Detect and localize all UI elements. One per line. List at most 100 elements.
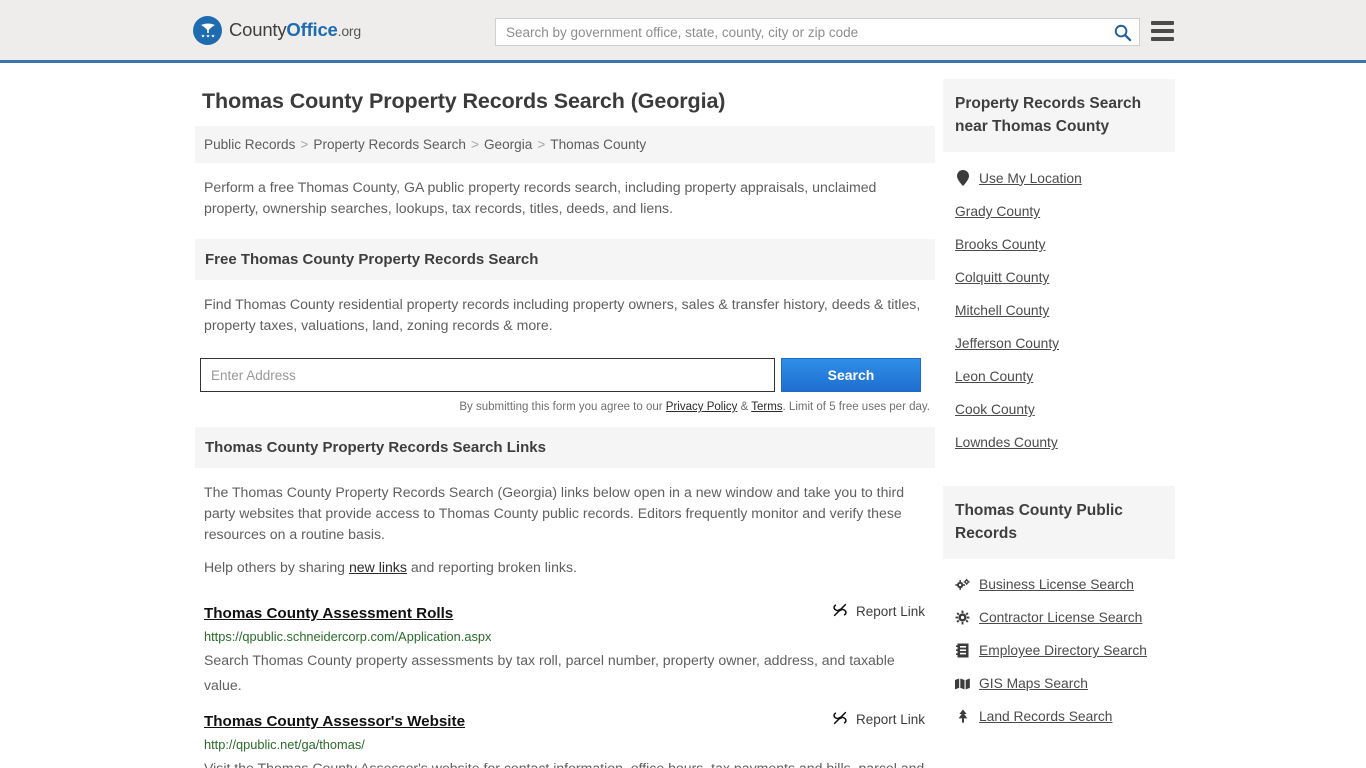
link-result: Thomas County Assessor's Website Report … bbox=[195, 698, 935, 768]
sidebar-link-label[interactable]: Use My Location bbox=[979, 171, 1082, 186]
logo-tld: .org bbox=[337, 23, 362, 39]
sidebar-link-label[interactable]: Lowndes County bbox=[955, 435, 1058, 450]
sidebar-link-label[interactable]: Leon County bbox=[955, 369, 1033, 384]
link-result-title[interactable]: Thomas County Assessment Rolls bbox=[204, 605, 453, 622]
link-result-url: https://qpublic.schneidercorp.com/Applic… bbox=[204, 629, 492, 644]
site-logo-text: CountyOffice.org bbox=[229, 19, 361, 41]
hamburger-bar bbox=[1151, 29, 1174, 33]
breadcrumb-separator: > bbox=[537, 137, 546, 152]
global-search-input[interactable] bbox=[496, 19, 1105, 45]
sidebar-item-cook-county[interactable]: Cook County bbox=[955, 393, 1175, 426]
sidebar-link-label[interactable]: Employee Directory Search bbox=[979, 643, 1147, 658]
sidebar-nearby-list: Use My Location Grady County Brooks Coun… bbox=[943, 152, 1175, 469]
link-result-header: Thomas County Assessor's Website Report … bbox=[204, 710, 925, 730]
sidebar-link-label[interactable]: GIS Maps Search bbox=[979, 676, 1088, 691]
terms-link[interactable]: Terms bbox=[751, 401, 782, 413]
report-link-button[interactable]: Report Link bbox=[832, 602, 925, 621]
map-icon bbox=[955, 677, 970, 691]
site-header: CountyOffice.org bbox=[0, 0, 1366, 63]
sidebar-item-mitchell-county[interactable]: Mitchell County bbox=[955, 294, 1175, 327]
map-pin-icon bbox=[955, 170, 970, 186]
global-search-box[interactable] bbox=[495, 18, 1140, 46]
breadcrumb-item-public-records[interactable]: Public Records bbox=[204, 137, 295, 152]
link-result-title[interactable]: Thomas County Assessor's Website bbox=[204, 713, 465, 730]
breadcrumb-item-property-records-search[interactable]: Property Records Search bbox=[313, 137, 466, 152]
links-section-paragraph: The Thomas County Property Records Searc… bbox=[204, 484, 905, 542]
links-section-body: The Thomas County Property Records Searc… bbox=[195, 468, 935, 578]
sidebar-link-label[interactable]: Jefferson County bbox=[955, 336, 1059, 351]
sidebar-item-employee-directory-search[interactable]: Employee Directory Search bbox=[955, 634, 1175, 667]
broken-link-icon bbox=[832, 602, 848, 621]
disclaimer-text-pre: By submitting this form you agree to our bbox=[459, 401, 666, 413]
help-text-post: and reporting broken links. bbox=[406, 559, 577, 575]
sidebar-link-label[interactable]: Cook County bbox=[955, 402, 1035, 417]
link-result-description: Search Thomas County property assessment… bbox=[204, 652, 895, 693]
breadcrumb: Public Records > Property Records Search > G… bbox=[195, 126, 935, 163]
form-disclaimer: By submitting this form you agree to our… bbox=[195, 392, 935, 413]
sidebar-link-label[interactable]: Mitchell County bbox=[955, 303, 1049, 318]
report-link-label: Report Link bbox=[855, 712, 925, 727]
sidebar-item-use-my-location[interactable]: Use My Location bbox=[955, 161, 1175, 195]
hamburger-menu-icon[interactable] bbox=[1151, 21, 1174, 41]
sidebar-link-label[interactable]: Business License Search bbox=[979, 577, 1134, 592]
sidebar-item-land-records-search[interactable]: Land Records Search bbox=[955, 700, 1175, 733]
link-result-description: Visit the Thomas County Assessor's websi… bbox=[204, 760, 925, 768]
page-title: Thomas County Property Records Search (G… bbox=[202, 89, 726, 113]
breadcrumb-separator: > bbox=[300, 137, 309, 152]
disclaimer-text-post: . Limit of 5 free uses per day. bbox=[782, 401, 930, 413]
county-office-emblem-icon bbox=[193, 15, 222, 45]
main-content: Thomas County Property Records Search (G… bbox=[195, 63, 935, 768]
address-search-button[interactable]: Search bbox=[781, 358, 921, 392]
sidebar-item-contractor-license-search[interactable]: Contractor License Search bbox=[955, 601, 1175, 634]
sidebar-item-colquitt-county[interactable]: Colquitt County bbox=[955, 261, 1175, 294]
sidebar-item-brooks-county[interactable]: Brooks County bbox=[955, 228, 1175, 261]
link-result-header: Thomas County Assessment Rolls Report Li… bbox=[204, 602, 925, 622]
sidebar-public-records-list: Business License Search Contractor Licen… bbox=[943, 559, 1175, 743]
sidebar-item-gis-maps-search[interactable]: GIS Maps Search bbox=[955, 667, 1175, 700]
report-link-button[interactable]: Report Link bbox=[832, 710, 925, 729]
privacy-policy-link[interactable]: Privacy Policy bbox=[666, 401, 738, 413]
new-links-link[interactable]: new links bbox=[349, 559, 407, 575]
address-input[interactable] bbox=[200, 358, 775, 392]
sidebar-public-records-block: Thomas County Public Records Business Li… bbox=[943, 486, 1175, 743]
cog-icon bbox=[955, 610, 970, 625]
sidebar-link-label[interactable]: Brooks County bbox=[955, 237, 1046, 252]
breadcrumb-item-georgia[interactable]: Georgia bbox=[484, 137, 532, 152]
disclaimer-amp: & bbox=[737, 401, 752, 413]
sidebar-item-lowndes-county[interactable]: Lowndes County bbox=[955, 426, 1175, 459]
links-section-heading: Thomas County Property Records Search Li… bbox=[195, 427, 935, 468]
links-section-help: Help others by sharing new links and rep… bbox=[204, 557, 921, 578]
site-logo[interactable]: CountyOffice.org bbox=[193, 15, 361, 45]
sidebar-item-jefferson-county[interactable]: Jefferson County bbox=[955, 327, 1175, 360]
free-search-body: Find Thomas County residential property … bbox=[195, 280, 935, 336]
hamburger-bar bbox=[1151, 37, 1174, 41]
hamburger-bar bbox=[1151, 21, 1174, 25]
logo-word-office: Office bbox=[286, 19, 338, 40]
breadcrumb-item-thomas-county[interactable]: Thomas County bbox=[550, 137, 646, 152]
cogs-icon bbox=[955, 578, 970, 592]
broken-link-icon bbox=[832, 710, 848, 729]
sidebar-link-label[interactable]: Grady County bbox=[955, 204, 1040, 219]
report-link-label: Report Link bbox=[855, 604, 925, 619]
free-search-description: Find Thomas County residential property … bbox=[204, 296, 921, 333]
search-icon[interactable] bbox=[1105, 19, 1139, 45]
page-body: Thomas County Property Records Search (G… bbox=[0, 63, 1366, 768]
sidebar-link-label[interactable]: Colquitt County bbox=[955, 270, 1049, 285]
sidebar-nearby-heading: Property Records Search near Thomas Coun… bbox=[943, 79, 1175, 152]
sidebar: Property Records Search near Thomas Coun… bbox=[943, 63, 1175, 768]
free-search-heading: Free Thomas County Property Records Sear… bbox=[195, 239, 935, 280]
logo-word-county: County bbox=[229, 19, 287, 40]
sidebar-link-label[interactable]: Contractor License Search bbox=[979, 610, 1142, 625]
address-book-icon bbox=[955, 643, 970, 658]
sidebar-link-label[interactable]: Land Records Search bbox=[979, 709, 1112, 724]
tree-icon bbox=[955, 709, 970, 724]
link-result: Thomas County Assessment Rolls Report Li… bbox=[195, 590, 935, 698]
breadcrumb-separator: > bbox=[471, 137, 479, 152]
sidebar-item-grady-county[interactable]: Grady County bbox=[955, 195, 1175, 228]
sidebar-public-records-heading: Thomas County Public Records bbox=[943, 486, 1175, 559]
link-result-url: http://qpublic.net/ga/thomas/ bbox=[204, 737, 365, 752]
sidebar-item-business-license-search[interactable]: Business License Search bbox=[955, 568, 1175, 601]
address-search-form: Search bbox=[195, 348, 935, 392]
help-text-pre: Help others by sharing bbox=[204, 559, 349, 575]
sidebar-item-leon-county[interactable]: Leon County bbox=[955, 360, 1175, 393]
